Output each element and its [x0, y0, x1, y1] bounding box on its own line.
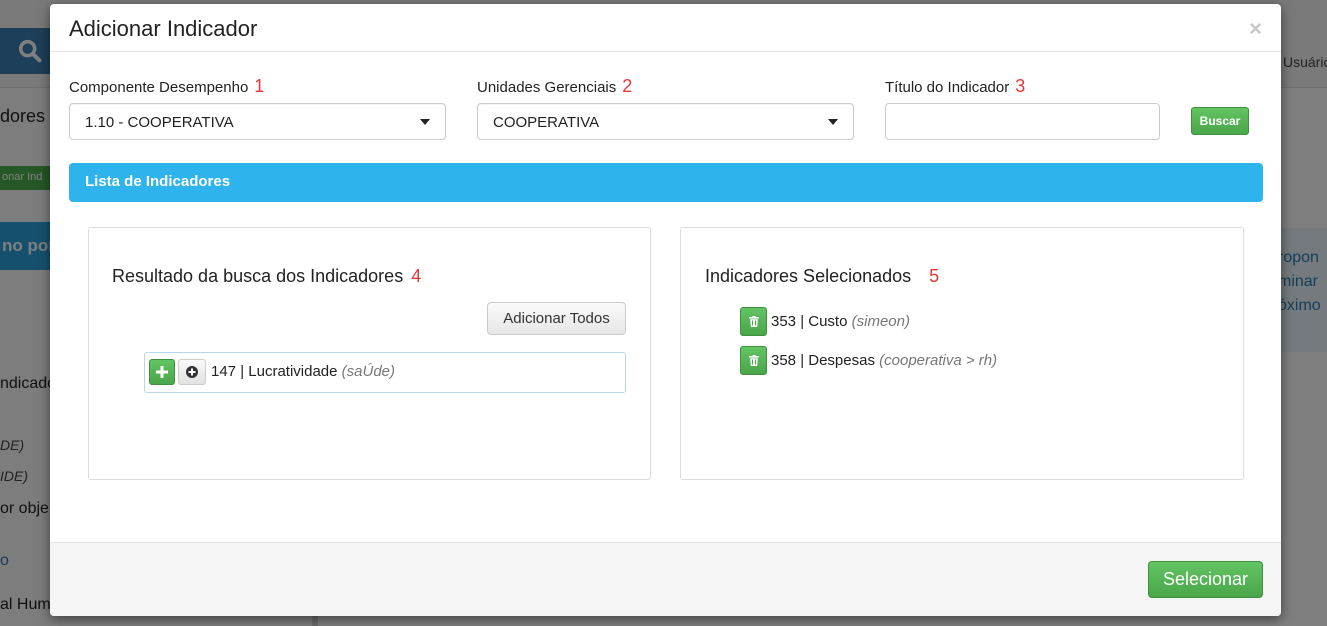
search-results-title-text: Resultado da busca dos Indicadores [112, 266, 404, 286]
trash-icon [748, 355, 759, 366]
step-number-3: 3 [1015, 76, 1026, 96]
titulo-label-text: Título do Indicador [885, 79, 1010, 96]
plus-icon [156, 366, 168, 378]
unidades-select-value: COOPERATIVA [493, 114, 600, 131]
caret-down-icon [828, 119, 838, 125]
selected-indicators-panel: Indicadores Selecionados 5 353 | Custo (s… [680, 227, 1244, 480]
unidades-label: Unidades Gerenciais 2 [477, 76, 632, 97]
selected-item-text: 358 | Despesas (cooperativa > rh) [771, 352, 997, 369]
add-all-button[interactable]: Adicionar Todos [487, 302, 626, 335]
remove-indicator-button[interactable] [740, 346, 767, 375]
modal-title: Adicionar Indicador [69, 16, 258, 41]
details-button[interactable] [178, 359, 206, 385]
search-results-title: Resultado da busca dos Indicadores 4 [112, 266, 421, 287]
selected-item-subtitle: (simeon) [851, 313, 910, 330]
result-item-text: 147 | Lucratividade (saÚde) [211, 363, 395, 380]
search-button[interactable]: Buscar [1191, 107, 1249, 135]
step-number-5: 5 [929, 266, 940, 286]
result-item-subtitle: (saÚde) [341, 363, 396, 380]
componente-select[interactable]: 1.10 - COOPERATIVA [69, 103, 446, 140]
componente-select-value: 1.10 - COOPERATIVA [85, 114, 234, 131]
step-number-1: 1 [254, 76, 265, 96]
select-button[interactable]: Selecionar [1148, 561, 1263, 598]
selected-item-subtitle: (cooperativa > rh) [879, 352, 998, 369]
selected-indicators-title-text: Indicadores Selecionados [705, 266, 912, 286]
selected-item-name: 358 | Despesas [771, 352, 875, 369]
step-number-4: 4 [411, 266, 422, 286]
selected-item-text: 353 | Custo (simeon) [771, 313, 910, 330]
remove-indicator-button[interactable] [740, 307, 767, 336]
result-item-name: 147 | Lucratividade [211, 363, 338, 380]
componente-label-text: Componente Desempenho [69, 79, 249, 96]
titulo-input[interactable] [885, 103, 1160, 140]
search-results-panel: Resultado da busca dos Indicadores 4 Adic… [88, 227, 651, 480]
modal-header: Adicionar Indicador × [50, 4, 1281, 52]
modal-footer: Selecionar [50, 542, 1281, 616]
componente-label: Componente Desempenho 1 [69, 76, 264, 97]
indicator-list-header: Lista de Indicadores [69, 163, 1263, 202]
unidades-label-text: Unidades Gerenciais [477, 79, 617, 96]
titulo-label: Título do Indicador 3 [885, 76, 1025, 97]
unidades-select[interactable]: COOPERATIVA [477, 103, 854, 140]
selected-item-name: 353 | Custo [771, 313, 848, 330]
step-number-2: 2 [622, 76, 633, 96]
selected-indicators-title: Indicadores Selecionados 5 [705, 266, 939, 287]
circle-plus-icon [186, 366, 198, 378]
trash-icon [748, 316, 759, 327]
add-indicator-modal: Adicionar Indicador × Componente Desempe… [50, 4, 1281, 616]
result-item: 147 | Lucratividade (saÚde) [144, 352, 626, 393]
caret-down-icon [420, 119, 430, 125]
add-indicator-button[interactable] [149, 359, 175, 385]
close-button[interactable]: × [1249, 16, 1262, 42]
